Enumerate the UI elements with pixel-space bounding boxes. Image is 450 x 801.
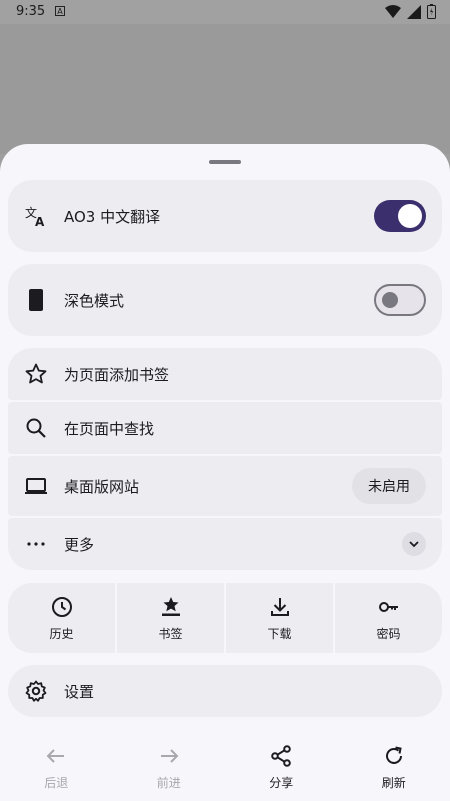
key-icon: [377, 595, 401, 619]
desktop-site-item[interactable]: 桌面版网站 未启用: [8, 456, 442, 516]
bookmarks-button[interactable]: 书签: [117, 583, 224, 653]
status-bar: 9:35 A: [0, 0, 450, 24]
refresh-icon: [382, 744, 406, 768]
history-label: 历史: [49, 626, 74, 641]
toggle-knob: [398, 204, 422, 228]
gear-icon: [24, 679, 48, 703]
passwords-label: 密码: [376, 626, 401, 641]
refresh-label: 刷新: [381, 776, 406, 790]
refresh-button[interactable]: 刷新: [338, 730, 450, 801]
notification-icon: A: [55, 6, 65, 16]
phone-icon: [24, 288, 48, 312]
bookmark-star-icon: [159, 595, 183, 619]
more-horiz-icon: [24, 532, 48, 556]
quick-actions: 历史 书签 下载 密码: [8, 583, 442, 653]
status-time: 9:35: [16, 4, 46, 19]
forward-button[interactable]: 前进: [113, 730, 226, 801]
toggle-knob: [382, 292, 398, 308]
expand-more-button[interactable]: [402, 532, 426, 556]
passwords-button[interactable]: 密码: [335, 583, 442, 653]
signal-icon: [407, 4, 421, 19]
download-icon: [268, 595, 292, 619]
share-label: 分享: [269, 776, 294, 790]
dark-mode-label: 深色模式: [64, 291, 125, 310]
add-bookmark-item[interactable]: 为页面添加书签: [8, 348, 442, 400]
translate-label: AO3 中文翻译: [64, 207, 161, 226]
status-icons: [385, 4, 436, 19]
downloads-label: 下载: [267, 626, 292, 641]
back-button[interactable]: 后退: [0, 730, 113, 801]
settings-item[interactable]: 设置: [8, 665, 442, 717]
translate-row[interactable]: 文A AO3 中文翻译: [8, 180, 442, 252]
find-in-page-item[interactable]: 在页面中查找: [8, 402, 442, 454]
scrim[interactable]: [0, 24, 450, 154]
desktop-site-status-chip[interactable]: 未启用: [352, 468, 426, 504]
search-icon: [24, 416, 48, 440]
downloads-button[interactable]: 下载: [226, 583, 333, 653]
forward-label: 前进: [156, 776, 181, 790]
find-in-page-label: 在页面中查找: [64, 419, 155, 438]
bottom-navigation: 后退 前进 分享 刷新: [0, 730, 450, 801]
translate-icon: 文A: [24, 204, 48, 228]
battery-icon: [427, 4, 436, 19]
svg-text:A: A: [35, 215, 45, 228]
menu-bottom-sheet: 文A AO3 中文翻译 深色模式 为页面添加书签 在页面中查找 桌面版网站 未启…: [0, 144, 450, 801]
bookmarks-label: 书签: [158, 626, 183, 641]
dark-mode-toggle[interactable]: [374, 284, 426, 316]
share-icon: [269, 744, 293, 768]
back-label: 后退: [44, 776, 69, 790]
more-label: 更多: [64, 535, 95, 554]
chevron-down-icon: [409, 541, 419, 548]
history-button[interactable]: 历史: [8, 583, 115, 653]
settings-label: 设置: [64, 682, 95, 701]
star-icon: [24, 362, 48, 386]
translate-toggle[interactable]: [374, 200, 426, 232]
dark-mode-row[interactable]: 深色模式: [8, 264, 442, 336]
arrow-forward-icon: [157, 744, 181, 768]
desktop-site-label: 桌面版网站: [64, 477, 140, 496]
laptop-icon: [24, 474, 48, 498]
share-button[interactable]: 分享: [225, 730, 338, 801]
wifi-icon: [385, 4, 401, 18]
clock-icon: [50, 595, 74, 619]
arrow-back-icon: [44, 744, 68, 768]
more-item[interactable]: 更多: [8, 518, 442, 570]
drag-handle[interactable]: [209, 160, 241, 164]
add-bookmark-label: 为页面添加书签: [64, 365, 170, 384]
